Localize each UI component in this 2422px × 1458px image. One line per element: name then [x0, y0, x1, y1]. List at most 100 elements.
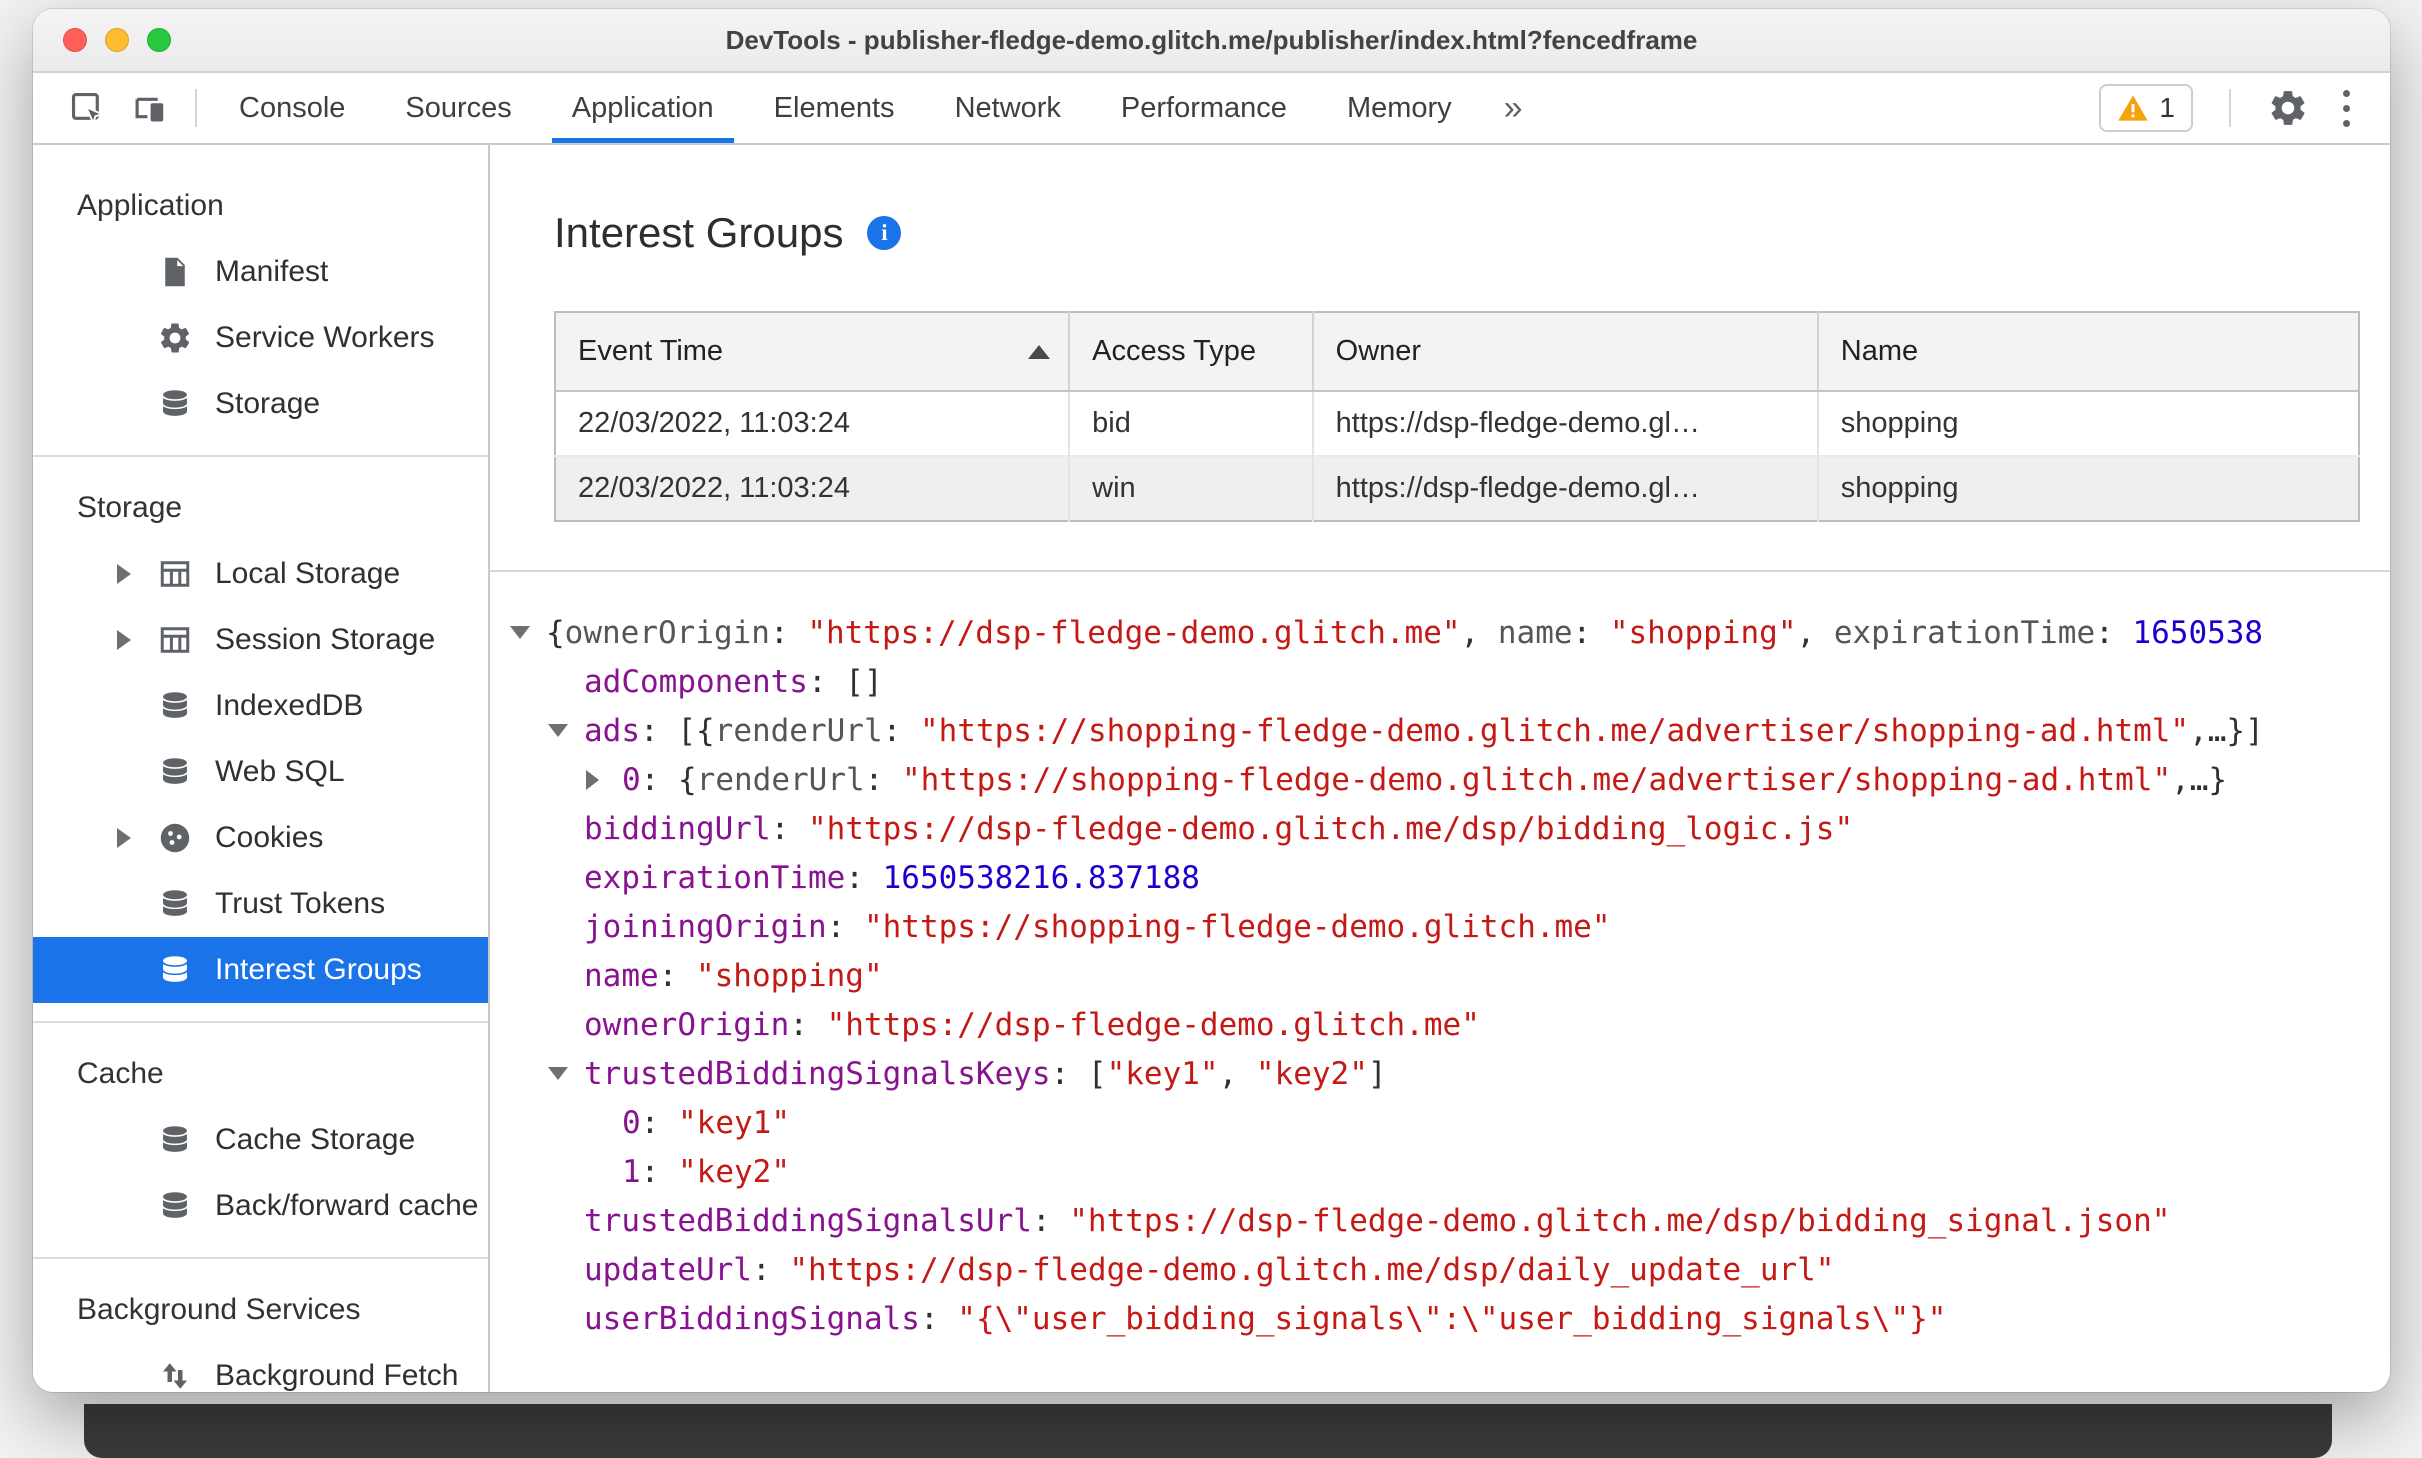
expand-arrow-icon [117, 828, 157, 848]
tree-segment-plain: : [770, 810, 808, 847]
tree-segment-plain: : [864, 761, 902, 798]
tree-segment-plain: , [1460, 614, 1498, 651]
sidebar-item-label: Storage [215, 387, 321, 420]
sidebar-item-label: IndexedDB [215, 689, 364, 722]
sidebar-item-label: Session Storage [215, 623, 436, 656]
collapse-arrow-icon[interactable] [510, 626, 546, 639]
tab-sources[interactable]: Sources [375, 73, 541, 143]
tree-segment-key: adComponents [584, 663, 808, 700]
sidebar-item-label: Manifest [215, 255, 329, 288]
collapse-arrow-icon[interactable] [548, 724, 584, 737]
issues-warning-badge[interactable]: 1 [2099, 84, 2193, 132]
sidebar-section-divider [33, 1021, 488, 1023]
tree-segment-key: joiningOrigin [584, 908, 827, 945]
device-toolbar-button[interactable] [121, 80, 177, 136]
tree-segment-prekey: renderUrl [714, 712, 883, 749]
devtools-toolbar: Console Sources Application Elements Network… [33, 73, 2390, 145]
window-title: DevTools - publisher-fledge-demo.glitch.… [725, 25, 1698, 55]
sidebar-item-service-workers[interactable]: Service Workers [33, 305, 488, 371]
tree-segment-str: "shopping" [695, 957, 883, 994]
sidebar-section-divider [33, 1257, 488, 1259]
panel-header-area: Interest Groups i Event Time Access Type O… [490, 145, 2390, 522]
column-header-name[interactable]: Name [1817, 312, 2359, 392]
expand-arrow-icon[interactable] [586, 769, 622, 790]
warning-count: 1 [2159, 92, 2175, 123]
sidebar-item-local-storage[interactable]: Local Storage [33, 541, 488, 607]
sidebar-item-cookies[interactable]: Cookies [33, 805, 488, 871]
column-header-owner[interactable]: Owner [1312, 312, 1819, 392]
tree-segment-num: 1650538 [2132, 614, 2264, 651]
column-header-event-time[interactable]: Event Time [555, 312, 1071, 392]
database-icon [157, 386, 201, 422]
gear-icon [157, 320, 201, 356]
triangle-down-icon [548, 724, 568, 737]
chevron-right-icon[interactable] [117, 828, 131, 848]
sidebar-item-trust-tokens[interactable]: Trust Tokens [33, 871, 488, 937]
sidebar-item-storage[interactable]: Storage [33, 371, 488, 437]
tree-segment-plain: : [640, 1153, 678, 1190]
tree-segment-key: expirationTime [584, 859, 846, 896]
tree-line[interactable]: 0: {renderUrl: "https://shopping-fledge-… [510, 755, 2390, 804]
more-tabs-button[interactable]: » [1482, 73, 1545, 143]
settings-button[interactable] [2267, 87, 2309, 129]
zoom-window-button[interactable] [147, 28, 171, 52]
chevron-right-icon[interactable] [117, 630, 131, 650]
sidebar-item-back-forward-cache[interactable]: Back/forward cache [33, 1173, 488, 1239]
tree-segment-plain: : { [640, 761, 697, 798]
close-window-button[interactable] [63, 28, 87, 52]
sidebar-item-indexeddb[interactable]: IndexedDB [33, 673, 488, 739]
chevron-right-icon[interactable] [117, 564, 131, 584]
more-options-button[interactable] [2333, 89, 2360, 127]
tree-segment-key: updateUrl [584, 1251, 752, 1288]
column-header-access-type[interactable]: Access Type [1069, 312, 1314, 392]
collapse-arrow-icon[interactable] [548, 1067, 584, 1080]
table-body: 22/03/2022, 11:03:24 bid https://dsp-fledg… [555, 391, 2359, 521]
cell-name: shopping [1817, 455, 2359, 521]
inspect-element-button[interactable] [59, 80, 115, 136]
tree-segment-str: "https://dsp-fledge-demo.glitch.me/dsp/d… [789, 1251, 1835, 1288]
sidebar-item-background-fetch[interactable]: Background Fetch [33, 1343, 488, 1392]
devtools-content: Application Manifest Service Workers Storag… [33, 145, 2390, 1392]
tree-segment-plain: : [640, 1104, 678, 1141]
tree-line[interactable]: {ownerOrigin: "https://dsp-fledge-demo.g… [510, 608, 2390, 657]
tree-segment-plain: : [658, 957, 696, 994]
tree-segment-plain: [ [1087, 1055, 1107, 1092]
tab-network[interactable]: Network [925, 73, 1091, 143]
tree-segment-str: "https://dsp-fledge-demo.glitch.me" [807, 614, 1461, 651]
sidebar-item-manifest[interactable]: Manifest [33, 239, 488, 305]
sidebar-item-label: Cookies [215, 821, 324, 854]
tree-segment-plain: : [2095, 614, 2133, 651]
tree-line[interactable]: trustedBiddingSignalsKeys: ["key1", "key… [510, 1049, 2390, 1098]
gear-icon [2267, 87, 2309, 129]
table-row[interactable]: 22/03/2022, 11:03:24 win https://dsp-fledg… [555, 455, 2359, 521]
tree-segment-plain: : [789, 1006, 827, 1043]
tree-segment-str: "{\"user_bidding_signals\":\"user_biddin… [957, 1300, 1947, 1337]
tree-line: 1: "key2" [510, 1147, 2390, 1196]
sidebar-item-label: Background Fetch [215, 1359, 459, 1392]
tab-memory[interactable]: Memory [1317, 73, 1482, 143]
tree-segment-str: "https://shopping-fledge-demo.glitch.me" [863, 908, 1611, 945]
tree-segment-prekey: name [1497, 614, 1573, 651]
info-icon[interactable]: i [867, 216, 902, 250]
tree-segment-plain: { [546, 614, 565, 651]
tab-performance[interactable]: Performance [1091, 73, 1317, 143]
tree-line[interactable]: ads: [{renderUrl: "https://shopping-fled… [510, 706, 2390, 755]
interest-group-events-table: Event Time Access Type Owner Name 22/03/202… [554, 311, 2360, 522]
cell-access-type: bid [1069, 391, 1314, 456]
sidebar-item-interest-groups[interactable]: Interest Groups [33, 937, 488, 1003]
tab-application[interactable]: Application [542, 73, 744, 143]
tree-segment-str: "https://dsp-fledge-demo.glitch.me" [826, 1006, 1480, 1043]
tree-segment-key: 1 [622, 1153, 641, 1190]
sidebar-item-label: Service Workers [215, 321, 435, 354]
tab-elements[interactable]: Elements [744, 73, 925, 143]
table-row[interactable]: 22/03/2022, 11:03:24 bid https://dsp-fledg… [555, 391, 2359, 456]
sidebar-item-web-sql[interactable]: Web SQL [33, 739, 488, 805]
device-toolbar-icon [130, 89, 168, 127]
tab-console[interactable]: Console [209, 73, 375, 143]
sidebar-item-cache-storage[interactable]: Cache Storage [33, 1107, 488, 1173]
minimize-window-button[interactable] [105, 28, 129, 52]
sidebar-item-session-storage[interactable]: Session Storage [33, 607, 488, 673]
tree-segment-str: "https://shopping-fledge-demo.glitch.me/… [901, 761, 2172, 798]
tree-line: 0: "key1" [510, 1098, 2390, 1147]
tree-segment-plain: : [751, 1251, 790, 1288]
